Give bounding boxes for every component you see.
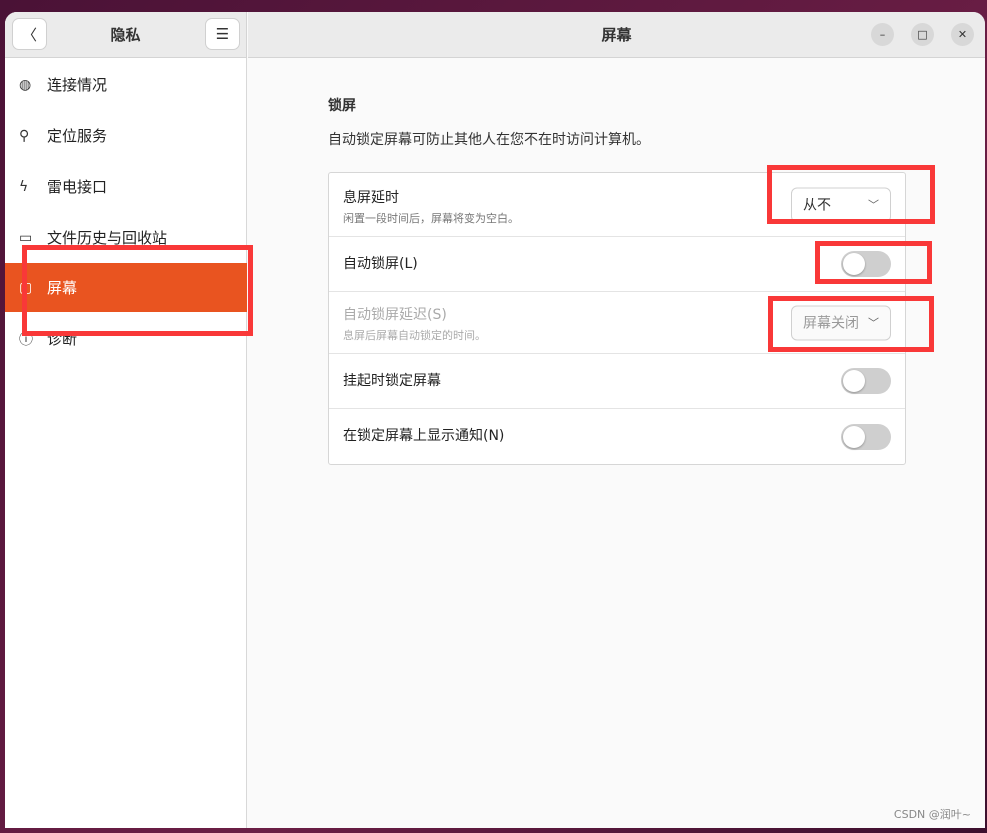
section-title: 锁屏 [328,98,356,114]
maximize-button[interactable]: □ [911,23,934,46]
section-description: 自动锁定屏幕可防止其他人在您不在时访问计算机。 [328,132,650,148]
globe-icon: ◍ [19,76,32,93]
minimize-icon: – [879,28,886,41]
lock-on-suspend-row: 挂起时锁定屏幕 [329,354,905,409]
lock-on-suspend-toggle[interactable] [841,368,891,394]
lock-screen-notifications-toggle[interactable] [841,423,891,450]
settings-window: ◍ 连接情况 ⚲ 定位服务 ϟ 雷电接口 ▭ 文件历史与回收站 ▢ 屏幕 ⓘ 诊断 〈 隐私… [5,12,985,828]
sidebar-header: 〈 隐私 ☰ [5,12,247,58]
location-pin-icon: ⚲ [19,127,30,144]
maximize-icon: □ [917,28,928,41]
close-icon: ✕ [957,28,968,41]
sidebar-item-connectivity[interactable]: ◍ 连接情况 [5,60,247,109]
close-button[interactable]: ✕ [951,23,974,46]
annotation-box [767,165,935,224]
lock-screen-notifications-row: 在锁定屏幕上显示通知(N) [329,409,905,464]
hamburger-icon: ☰ [215,25,230,43]
watermark: CSDN @润叶~ [893,808,971,821]
sidebar-item-thunderbolt[interactable]: ϟ 雷电接口 [5,162,247,211]
folder-icon: ▭ [19,229,33,246]
annotation-box [815,241,932,284]
sidebar-item-location[interactable]: ⚲ 定位服务 [5,111,247,160]
annotation-box [22,245,253,336]
annotation-box [768,296,934,352]
menu-button[interactable]: ☰ [205,18,240,50]
sidebar: ◍ 连接情况 ⚲ 定位服务 ϟ 雷电接口 ▭ 文件历史与回收站 ▢ 屏幕 ⓘ 诊断 [5,12,247,828]
content-header: 屏幕 – □ ✕ [248,12,985,58]
thunderbolt-icon: ϟ [19,178,29,195]
minimize-button[interactable]: – [871,23,894,46]
